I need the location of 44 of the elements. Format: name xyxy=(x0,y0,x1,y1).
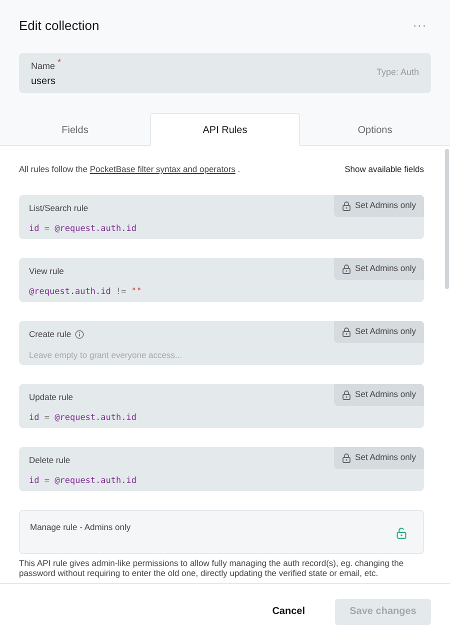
manage-rule-description: This API rule gives admin-like permissions to allow fully managing the auth record(s), eg. changing the password without requiring to enter the old one, directly updating the verified state or email, etc. xyxy=(19,558,405,579)
lock-icon xyxy=(342,390,352,400)
show-fields-button[interactable]: Show available fields xyxy=(344,163,424,176)
unlocked-lock-icon[interactable] xyxy=(396,526,407,539)
rule-field[interactable]: View rule @request.auth.id != "" Set Admins only xyxy=(19,258,424,302)
rule-label: Delete rule xyxy=(29,454,70,466)
rules-intro-text: All rules follow the PocketBase filter syntax and operators . xyxy=(19,163,240,176)
rule-value: @request.auth.id != "" xyxy=(29,286,143,299)
rule-value: id = @request.auth.id xyxy=(29,223,138,236)
collection-type: Type: Auth xyxy=(376,66,419,79)
rule-label: Create rule xyxy=(29,328,72,340)
more-options-button[interactable]: ··· xyxy=(409,18,431,34)
field-label: Name xyxy=(31,61,56,72)
tab[interactable]: Fields xyxy=(0,113,150,146)
tab[interactable]: API Rules xyxy=(150,113,300,146)
rule-field[interactable]: Delete rule id = @request.auth.id Set Admins only xyxy=(19,446,424,491)
lock-icon xyxy=(342,326,352,337)
tab[interactable]: Options xyxy=(300,113,450,146)
cancel-button[interactable]: Cancel xyxy=(266,604,311,619)
required-mark: * xyxy=(58,57,62,68)
lock-icon xyxy=(342,200,352,211)
set-admins-only-button[interactable]: Set Admins only xyxy=(334,194,424,217)
manage-rule-field[interactable]: Manage rule - Admins only xyxy=(19,510,424,554)
dialog-title: Edit collection xyxy=(19,17,100,35)
rule-placeholder: Leave empty to grant everyone access... xyxy=(29,349,184,362)
rule-label: Manage rule - Admins only xyxy=(30,520,131,534)
lock-icon xyxy=(342,452,352,463)
rule-label: View rule xyxy=(29,264,64,278)
set-admins-only-button[interactable]: Set Admins only xyxy=(334,446,424,469)
scrollbar[interactable] xyxy=(445,149,449,289)
rule-field[interactable]: Update rule id = @request.auth.id Set Admins only xyxy=(19,384,424,428)
rule-value: id = @request.auth.id xyxy=(29,412,138,425)
rule-label: Update rule xyxy=(29,390,73,404)
info-icon[interactable] xyxy=(75,330,84,339)
rule-value: id = @request.auth.id xyxy=(29,475,138,488)
lock-icon xyxy=(342,264,352,274)
set-admins-only-button[interactable]: Set Admins only xyxy=(334,258,424,280)
rule-label: List/Search rule xyxy=(29,202,88,214)
rule-field[interactable]: List/Search rule id = @request.auth.id Set Admins only xyxy=(19,194,424,239)
rule-field[interactable]: Create rule Leave empty to grant everyone access... Set Admins only xyxy=(19,320,424,365)
set-admins-only-button[interactable]: Set Admins only xyxy=(334,384,424,406)
filter-syntax-link[interactable]: PocketBase filter syntax and operators xyxy=(90,164,236,174)
set-admins-only-button[interactable]: Set Admins only xyxy=(334,320,424,343)
field-value: users xyxy=(31,74,56,89)
